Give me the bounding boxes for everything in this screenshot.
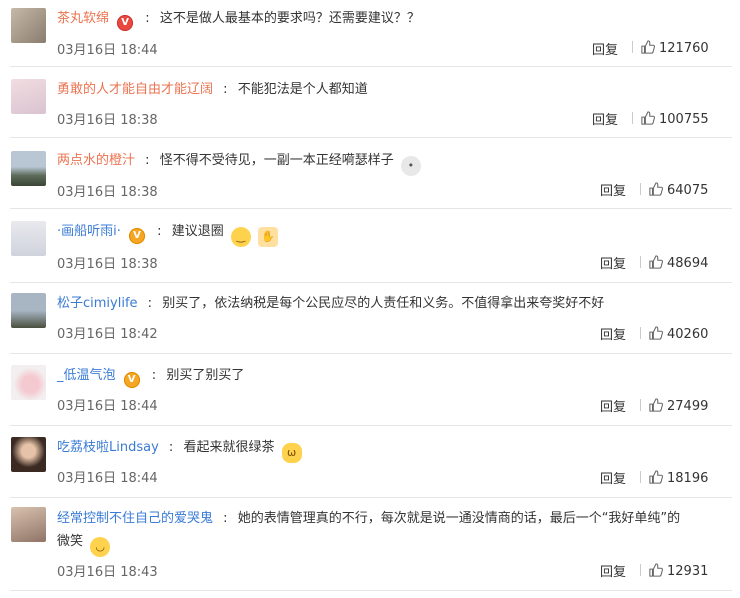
username-link[interactable]: 两点水的橙汁: [57, 153, 135, 168]
cat-face-emoji-icon: ω: [281, 443, 302, 463]
reply-button[interactable]: 回复: [592, 109, 618, 128]
username-link[interactable]: 经常控制不住自己的爱哭鬼: [57, 511, 213, 526]
reply-button[interactable]: 回复: [600, 396, 626, 415]
like-button[interactable]: 48694: [640, 255, 708, 271]
comment-line: _低温气泡 V : 别买了别买了: [57, 367, 244, 388]
comment-line: 松子cimiylife : 别买了，依法纳税是每个公民应尽的人责任和义务。不值得…: [57, 296, 605, 311]
comment-list: 茶丸软绵 V : 这不是做人最基本的要求吗？还需要建议？？ 03月16日 18:…: [0, 0, 740, 598]
divider: [10, 282, 732, 283]
username-link[interactable]: 松子cimiylife: [57, 296, 138, 311]
comment-text: 怪不得不受待见，一副一本正经嗬瑟样子: [159, 153, 394, 168]
comment-text: 建议退圈: [171, 224, 224, 239]
comment-line: 两点水的橙汁 : 怪不得不受待见，一副一本正经嗬瑟样子 •: [57, 152, 421, 176]
divider: [10, 425, 732, 426]
avatar[interactable]: [11, 151, 46, 186]
avatar[interactable]: [11, 8, 46, 43]
divider: [10, 66, 732, 67]
comment-time: 03月16日 18:44: [57, 43, 158, 58]
divider: [10, 590, 732, 591]
like-count: 48694: [667, 256, 709, 271]
username-link[interactable]: _低温气泡: [57, 368, 116, 383]
divider: [10, 497, 732, 498]
reply-button[interactable]: 回复: [600, 253, 626, 272]
thumbs-up-icon: [649, 398, 663, 412]
thumbs-up-icon: [649, 563, 663, 577]
username-link[interactable]: 勇敢的人才能自由才能辽阔: [57, 82, 213, 97]
like-button[interactable]: 40260: [640, 326, 708, 342]
like-button[interactable]: 12931: [640, 563, 708, 579]
comment-time: 03月16日 18:44: [57, 471, 158, 486]
comment-time: 03月16日 18:38: [57, 257, 158, 272]
reply-button[interactable]: 回复: [592, 39, 618, 58]
username-link[interactable]: 吃荔枝啦Lindsay: [57, 440, 159, 455]
reply-button[interactable]: 回复: [600, 468, 626, 487]
like-count: 64075: [667, 183, 709, 198]
like-button[interactable]: 64075: [640, 182, 708, 198]
comment-line: ·画船听雨i· V : 建议退圈 ‿ ✋: [57, 223, 278, 247]
thumbs-up-icon: [649, 182, 663, 196]
comment-text: 这不是做人最基本的要求吗？还需要建议？？: [159, 11, 420, 26]
reply-button[interactable]: 回复: [600, 324, 626, 343]
comment-text: 看起来就很绿茶: [183, 440, 275, 455]
comment-text-continued: 微笑 ◡: [57, 533, 111, 557]
avatar[interactable]: [11, 221, 46, 256]
divider: [10, 137, 732, 138]
like-count: 27499: [667, 399, 709, 414]
comment-text: 不能犯法是个人都知道: [237, 82, 368, 97]
comment-line: 经常控制不住自己的爱哭鬼 : 她的表情管理真的不行，每次就是说一通没情商的话，最…: [57, 511, 681, 526]
comment-time: 03月16日 18:43: [57, 565, 158, 580]
comment-time: 03月16日 18:38: [57, 113, 158, 128]
divider: [10, 208, 732, 209]
comment-time: 03月16日 18:44: [57, 399, 158, 414]
like-count: 18196: [667, 471, 709, 486]
comment-text: 别买了，依法纳税是每个公民应尽的人责任和义务。不值得拿出来夸奖好不好: [162, 296, 605, 311]
avatar[interactable]: [11, 437, 46, 472]
comment-line: 吃荔枝啦Lindsay : 看起来就很绿茶 ω: [57, 439, 302, 463]
reply-button[interactable]: 回复: [600, 561, 626, 580]
like-count: 100755: [659, 112, 709, 127]
thumbs-up-icon: [649, 326, 663, 340]
comment-time: 03月16日 18:38: [57, 185, 158, 200]
thumbs-up-icon: [649, 470, 663, 484]
doge-emoji-icon: •: [400, 156, 421, 176]
like-button[interactable]: 121760: [632, 40, 709, 56]
like-button[interactable]: 27499: [640, 398, 708, 414]
meh-face-emoji-icon: ‿: [230, 227, 251, 247]
comment-time: 03月16日 18:42: [57, 327, 158, 342]
comment-line: 勇敢的人才能自由才能辽阔 : 不能犯法是个人都知道: [57, 82, 368, 97]
thumbs-up-icon: [649, 255, 663, 269]
verified-badge-icon: V: [129, 228, 146, 244]
avatar[interactable]: [11, 365, 46, 400]
avatar[interactable]: [11, 293, 46, 328]
like-count: 12931: [667, 564, 709, 579]
reply-button[interactable]: 回复: [600, 180, 626, 199]
like-button[interactable]: 18196: [640, 470, 708, 486]
like-button[interactable]: 100755: [632, 111, 709, 127]
smile-emoji-icon: ◡: [90, 537, 111, 557]
ok-hand-emoji-icon: ✋: [258, 227, 278, 247]
avatar[interactable]: [11, 507, 46, 542]
like-count: 40260: [667, 327, 709, 342]
divider: [10, 353, 732, 354]
thumbs-up-icon: [641, 40, 655, 54]
verified-badge-icon: V: [117, 15, 134, 31]
avatar[interactable]: [11, 79, 46, 114]
username-link[interactable]: 茶丸软绵: [57, 11, 109, 26]
comment-text: 别买了别买了: [166, 368, 245, 383]
verified-badge-icon: V: [123, 372, 140, 388]
comment-text: 她的表情管理真的不行，每次就是说一通没情商的话，最后一个“我好单纯”的: [237, 511, 681, 526]
username-link[interactable]: ·画船听雨i·: [57, 224, 121, 239]
comment-line: 茶丸软绵 V : 这不是做人最基本的要求吗？还需要建议？？: [57, 10, 420, 31]
like-count: 121760: [659, 41, 709, 56]
thumbs-up-icon: [641, 111, 655, 125]
